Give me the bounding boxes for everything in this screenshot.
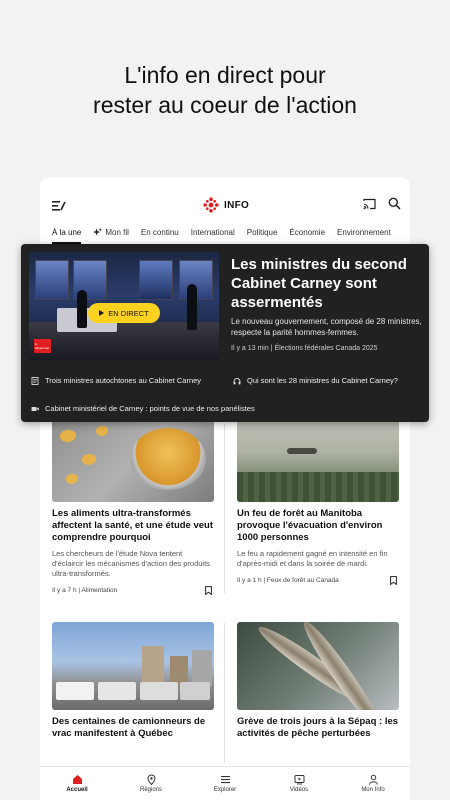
featured-video-thumbnail[interactable]: le téléjournal EN DIRECT xyxy=(29,252,219,360)
article-title: Les aliments ultra-transformés affectent… xyxy=(52,508,214,543)
nav-regions[interactable]: Régions xyxy=(114,767,188,800)
column-divider xyxy=(224,423,225,593)
location-pin-icon xyxy=(146,774,156,785)
nav-explorer[interactable]: Explorer xyxy=(188,767,262,800)
article-title: Des centaines de camionneurs de vrac man… xyxy=(52,716,206,739)
home-icon xyxy=(72,775,82,784)
article-meta: Il y a 7 h | Alimentation xyxy=(52,586,214,595)
brand-name: INFO xyxy=(224,199,250,211)
promo-line-2: rester au coeur de l'action xyxy=(93,92,357,118)
app-brand[interactable]: INFO xyxy=(203,197,249,213)
tab-economie[interactable]: Économie xyxy=(283,224,331,242)
article-meta: Il y a 1 h | Feux de forêt au Canada xyxy=(237,576,399,585)
headphones-icon xyxy=(233,377,241,384)
article-card[interactable]: Un feu de forêt au Manitoba provoque l'é… xyxy=(237,418,399,585)
promo-line-1: L'info en direct pour xyxy=(124,62,326,88)
cbc-gem-logo-icon xyxy=(203,197,219,213)
menu-icon[interactable] xyxy=(52,200,66,212)
article-image-chips xyxy=(52,418,214,502)
video-icon xyxy=(31,406,39,411)
play-icon xyxy=(99,310,105,316)
bottom-navigation: Accueil Régions Explorer Vidéos Mon Info xyxy=(40,766,410,800)
nav-mon-info[interactable]: Mon Info xyxy=(336,767,410,800)
nav-accueil[interactable]: Accueil xyxy=(40,767,114,800)
tab-en-continu[interactable]: En continu xyxy=(135,224,185,242)
article-card[interactable]: Les aliments ultra-transformés affectent… xyxy=(52,418,214,595)
article-card[interactable]: Des centaines de camionneurs de vrac man… xyxy=(52,622,214,740)
article-image-forest-fire xyxy=(237,418,399,502)
column-divider xyxy=(224,623,225,763)
related-link[interactable]: Qui sont les 28 ministres du Cabinet Car… xyxy=(233,376,398,385)
tab-a-la-une[interactable]: À la une xyxy=(46,224,87,244)
featured-headline[interactable]: Les ministres du second Cabinet Carney s… xyxy=(231,255,421,312)
telejournal-logo: le téléjournal xyxy=(34,339,51,353)
search-icon[interactable] xyxy=(388,197,401,210)
cast-icon[interactable] xyxy=(363,198,376,210)
featured-summary: Le nouveau gouvernement, composé de 28 m… xyxy=(231,317,422,337)
article-title: Grève de trois jours à la Sépaq : les ac… xyxy=(237,716,399,739)
bookmark-icon[interactable] xyxy=(205,586,212,595)
tab-environnement[interactable]: Environnement xyxy=(331,224,397,242)
tab-international[interactable]: International xyxy=(185,224,241,242)
related-link[interactable]: Cabinet ministériel de Carney : points d… xyxy=(31,404,255,413)
featured-story-card[interactable]: le téléjournal EN DIRECT Les ministres d… xyxy=(21,244,429,422)
article-summary: Le feu a rapidement gagné en intensité e… xyxy=(237,549,388,568)
top-bar: INFO À la une Mon fil En continu Interna… xyxy=(40,177,410,244)
person-icon xyxy=(368,774,378,785)
featured-meta: Il y a 13 min | Élections fédérales Cana… xyxy=(231,345,378,352)
section-tabs: À la une Mon fil En continu Internationa… xyxy=(46,224,397,244)
tab-politique[interactable]: Politique xyxy=(241,224,284,242)
article-image-trucks xyxy=(52,622,214,710)
article-summary: Les chercheurs de l'étude Nova tentent d… xyxy=(52,549,210,578)
nav-videos[interactable]: Vidéos xyxy=(262,767,336,800)
article-icon xyxy=(31,376,39,385)
related-link[interactable]: Trois ministres autochtones au Cabinet C… xyxy=(31,376,201,385)
promo-headline: L'info en direct pour rester au coeur de… xyxy=(0,60,450,120)
bookmark-icon[interactable] xyxy=(390,576,397,585)
list-icon xyxy=(220,776,230,784)
live-button[interactable]: EN DIRECT xyxy=(88,303,160,323)
article-image-fish xyxy=(237,622,399,710)
tab-mon-fil[interactable]: Mon fil xyxy=(87,224,135,242)
article-card[interactable]: Grève de trois jours à la Sépaq : les ac… xyxy=(237,622,399,740)
sparkle-icon xyxy=(93,228,103,236)
article-title: Un feu de forêt au Manitoba provoque l'é… xyxy=(237,508,383,543)
play-box-icon xyxy=(294,775,304,785)
